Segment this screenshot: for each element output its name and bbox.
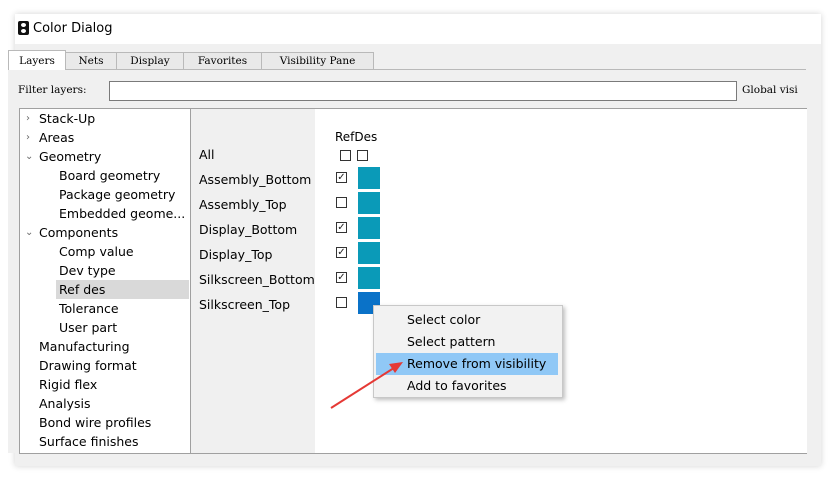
tree-item-label: User part xyxy=(59,320,118,335)
tree-item-label: Package geometry xyxy=(59,187,176,202)
refdes-column-header: RefDes xyxy=(335,130,378,144)
tree-item-label: Analysis xyxy=(39,396,91,411)
layer-row-label: Display_Top xyxy=(199,247,273,262)
tree-item-embedded-geometry[interactable]: Embedded geome... xyxy=(59,204,185,223)
category-tree[interactable]: › Stack-Up › Areas ⌄ Geometry Board geom… xyxy=(19,108,191,454)
select-all-color-checkbox[interactable] xyxy=(357,150,368,161)
tree-item-dev-type[interactable]: Dev type xyxy=(59,261,116,280)
tab-favorites[interactable]: Favorites xyxy=(183,52,262,70)
tree-item-stack-up[interactable]: Stack-Up xyxy=(20,109,190,128)
layer-visibility-checkbox[interactable]: ✓ xyxy=(336,222,347,233)
select-all-checkbox[interactable] xyxy=(340,150,351,161)
menu-item-select-pattern[interactable]: Select pattern xyxy=(376,331,558,353)
tree-item-package-geometry[interactable]: Package geometry xyxy=(59,185,175,204)
tree-item-label: Manufacturing xyxy=(39,339,130,354)
tree-item-comp-value[interactable]: Comp value xyxy=(59,242,134,261)
tree-item-analysis[interactable]: Analysis xyxy=(39,394,91,413)
tree-item-label: Embedded geome... xyxy=(59,206,186,221)
tree-item-label: Dev type xyxy=(59,263,116,278)
menu-item-add-to-favorites[interactable]: Add to favorites xyxy=(376,375,558,397)
tab-visibility-pane[interactable]: Visibility Pane xyxy=(261,52,374,70)
layer-color-swatch[interactable] xyxy=(358,192,380,214)
layer-color-swatch[interactable] xyxy=(358,242,380,264)
tree-item-board-geometry[interactable]: Board geometry xyxy=(59,166,160,185)
tree-item-components[interactable]: Components xyxy=(20,223,118,242)
context-menu: Select color Select pattern Remove from … xyxy=(373,305,563,398)
layer-visibility-checkbox[interactable]: ✓ xyxy=(336,172,347,183)
tree-item-label: Components xyxy=(39,225,119,240)
tree-item-label: Board geometry xyxy=(59,168,161,183)
menu-item-select-color[interactable]: Select color xyxy=(376,309,558,331)
tree-item-user-part[interactable]: User part xyxy=(59,318,117,337)
tree-item-label: Bond wire profiles xyxy=(39,415,152,430)
tree-item-label: Comp value xyxy=(59,244,134,259)
tree-item-drawing-format[interactable]: Drawing format xyxy=(39,356,137,375)
layer-visibility-checkbox[interactable]: ✓ xyxy=(336,247,347,258)
tree-item-label: Geometry xyxy=(39,149,102,164)
tree-item-label: Areas xyxy=(39,130,75,145)
tree-item-tolerance[interactable]: Tolerance xyxy=(59,299,119,318)
layer-visibility-grid: All Assembly_Bottom Assembly_Top Display… xyxy=(190,108,807,454)
tab-display[interactable]: Display xyxy=(116,52,184,70)
window-title: Color Dialog xyxy=(33,21,113,36)
layer-row-label: Display_Bottom xyxy=(199,222,298,237)
tree-item-ref-des[interactable]: Ref des xyxy=(56,280,189,299)
layer-row-label: Silkscreen_Bottom xyxy=(199,272,315,287)
tree-item-surface-finishes[interactable]: Surface finishes xyxy=(39,432,139,451)
tree-item-manufacturing[interactable]: Manufacturing xyxy=(39,337,130,356)
filter-layers-label: Filter layers: xyxy=(18,84,87,96)
menu-item-remove-from-visibility[interactable]: Remove from visibility xyxy=(376,353,558,375)
layer-visibility-checkbox[interactable]: ✓ xyxy=(336,272,347,283)
layer-row-label: Assembly_Bottom xyxy=(199,172,312,187)
tree-item-areas[interactable]: Areas xyxy=(20,128,74,147)
app-logo-icon xyxy=(18,21,29,35)
global-visibility-label: Global visi xyxy=(742,84,798,96)
tree-item-label: Tolerance xyxy=(59,301,119,316)
filter-layers-input[interactable] xyxy=(109,81,737,101)
layer-color-swatch[interactable] xyxy=(358,217,380,239)
tree-item-label: Surface finishes xyxy=(39,434,139,449)
layer-color-swatch[interactable] xyxy=(358,167,380,189)
tab-layers[interactable]: Layers xyxy=(8,50,66,70)
title-bar: Color Dialog xyxy=(15,14,821,44)
layer-row-label: Silkscreen_Top xyxy=(199,297,291,312)
layer-visibility-checkbox[interactable] xyxy=(336,197,347,208)
tree-item-label: Rigid flex xyxy=(39,377,98,392)
tree-item-label: Drawing format xyxy=(39,358,137,373)
tree-item-bond-wire-profiles[interactable]: Bond wire profiles xyxy=(39,413,151,432)
tree-item-rigid-flex[interactable]: Rigid flex xyxy=(39,375,97,394)
tree-item-label: Stack-Up xyxy=(39,111,96,126)
tree-item-geometry[interactable]: Geometry xyxy=(20,147,101,166)
tree-item-label: Ref des xyxy=(59,282,106,297)
layer-row-label: Assembly_Top xyxy=(199,197,287,212)
layer-visibility-checkbox[interactable] xyxy=(336,297,347,308)
tab-nets[interactable]: Nets xyxy=(65,52,117,70)
layer-color-swatch[interactable] xyxy=(358,267,380,289)
layer-name-column: All Assembly_Bottom Assembly_Top Display… xyxy=(191,109,315,453)
layer-row-label: All xyxy=(199,147,215,162)
